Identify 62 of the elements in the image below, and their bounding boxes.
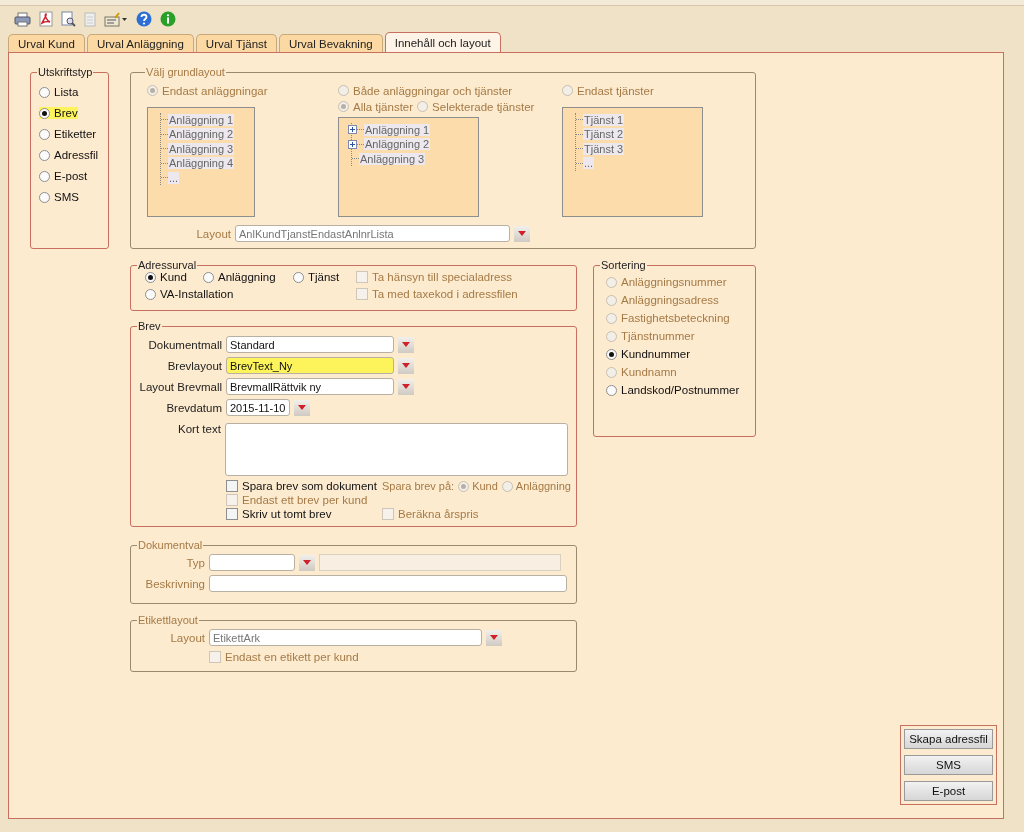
- group-title: Adressurval: [137, 259, 198, 271]
- tab[interactable]: Urval Kund: [8, 34, 85, 52]
- radio-option[interactable]: Kund: [458, 480, 498, 492]
- radio-option[interactable]: Etiketter: [39, 128, 97, 140]
- group-title: Dokumentval: [137, 539, 204, 551]
- radio-option[interactable]: Landskod/Postnummer: [606, 384, 740, 396]
- field-label: Brevlayout: [166, 359, 223, 372]
- group-title: Välj grundlayout: [145, 66, 226, 78]
- tab[interactable]: Urval Tjänst: [195, 34, 277, 52]
- radio-option[interactable]: Tjänst: [293, 271, 340, 283]
- combo-field[interactable]: Standard: [226, 336, 394, 353]
- combo-field[interactable]: BrevText_Ny: [226, 357, 394, 374]
- action-button[interactable]: SMS: [904, 755, 993, 775]
- caret-icon: [402, 363, 410, 368]
- dropdown-button[interactable]: [398, 357, 414, 374]
- tab[interactable]: Innehåll och layout: [384, 32, 501, 52]
- checkbox-option[interactable]: Skriv ut tomt brev: [226, 508, 332, 520]
- group-title: Etikettlayout: [137, 614, 199, 626]
- dropdown-button[interactable]: [294, 399, 310, 416]
- field-label: Dokumentmall: [147, 338, 223, 351]
- group-title: Sortering: [600, 259, 647, 271]
- date-field[interactable]: 2015-11-10: [226, 399, 290, 416]
- combo-field[interactable]: BrevmallRättvik ny: [226, 378, 394, 395]
- caret-icon: [518, 231, 526, 236]
- caret-icon: [298, 405, 306, 410]
- radio-option[interactable]: Kundnummer: [606, 348, 691, 360]
- field-label: Layout: [195, 227, 232, 240]
- radio-option[interactable]: Anläggning: [203, 271, 276, 283]
- field-label: Kort text: [177, 423, 222, 435]
- caret-icon: [303, 560, 311, 565]
- print-preview-icon[interactable]: [61, 11, 76, 27]
- radio-option[interactable]: Adressfil: [39, 149, 99, 161]
- field-label: Beskrivning: [144, 577, 206, 590]
- action-button[interactable]: Skapa adressfil: [904, 729, 993, 749]
- radio-option[interactable]: E-post: [39, 170, 88, 182]
- group-title: Utskriftstyp: [37, 66, 94, 78]
- radio-option[interactable]: Kund: [145, 271, 187, 283]
- caret-icon: [402, 384, 410, 389]
- field-label: Layout: [169, 631, 206, 644]
- tab[interactable]: Urval Bevakning: [279, 34, 383, 52]
- field-label: Typ: [185, 556, 206, 569]
- printer-icon[interactable]: [14, 11, 31, 27]
- radio-option[interactable]: Brev: [39, 107, 78, 119]
- field-label: Brevdatum: [165, 401, 223, 414]
- radio-option[interactable]: SMS: [39, 191, 79, 203]
- caret-icon: [490, 635, 498, 640]
- field-label: Layout Brevmall: [139, 380, 223, 393]
- action-button[interactable]: E-post: [904, 781, 993, 801]
- letter-dropdown-icon[interactable]: [104, 11, 128, 27]
- radio-option[interactable]: VA-Installation: [145, 288, 234, 300]
- checkbox-option[interactable]: Spara brev som dokument: [226, 480, 377, 492]
- dropdown-button[interactable]: [398, 336, 414, 353]
- pdf-icon[interactable]: [39, 11, 53, 27]
- field-label: Spara brev på:: [382, 480, 455, 492]
- help-icon[interactable]: [136, 11, 152, 27]
- radio-option[interactable]: Anläggning: [501, 480, 571, 492]
- dropdown-button[interactable]: [398, 378, 414, 395]
- radio-option[interactable]: Lista: [39, 86, 79, 98]
- info-icon[interactable]: [160, 11, 176, 27]
- tab[interactable]: Urval Anläggning: [86, 34, 194, 52]
- caret-icon: [402, 342, 410, 347]
- group-title: Brev: [137, 320, 162, 332]
